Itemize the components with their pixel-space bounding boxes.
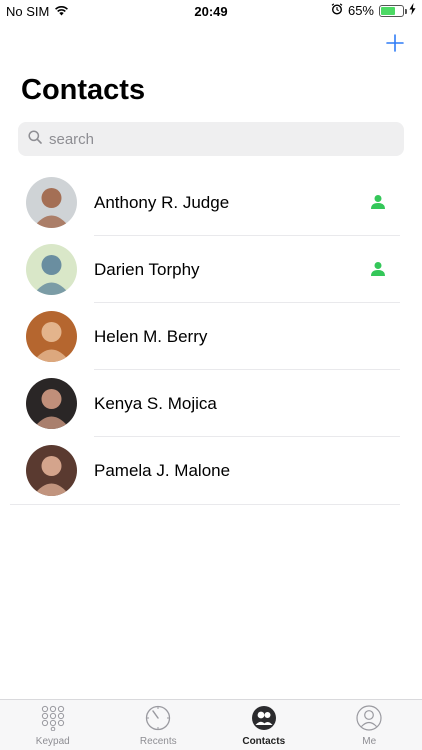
list-end-divider (10, 504, 400, 505)
search-input[interactable] (49, 130, 379, 148)
tab-label-contacts: Contacts (242, 736, 286, 747)
battery-icon (379, 4, 407, 17)
contact-name: Kenya S. Mojica (94, 394, 217, 413)
avatar (26, 445, 77, 496)
battery-percent: 65% (347, 3, 374, 18)
status-right: 65% (331, 3, 416, 18)
contacts-icon (251, 705, 277, 731)
search-icon (28, 129, 42, 149)
page-title: Contacts (21, 74, 146, 106)
keypad-icon (40, 705, 66, 732)
tab-bar: Keypad Recents Contacts Me (0, 699, 422, 750)
tab-label-keypad: Keypad (35, 736, 70, 747)
contact-person-icon (370, 261, 386, 277)
tab-me[interactable]: Me (317, 700, 422, 750)
avatar (26, 244, 77, 295)
avatar (26, 378, 77, 429)
tab-label-recents: Recents (139, 736, 177, 747)
alarm-icon (331, 3, 343, 18)
avatar (26, 311, 77, 362)
contact-row[interactable]: Anthony R. Judge (0, 169, 422, 236)
tab-contacts[interactable]: Contacts (211, 700, 317, 750)
battery-fill (381, 6, 395, 15)
contact-row[interactable]: Pamela J. Malone (0, 437, 422, 504)
search-bar[interactable] (18, 122, 404, 156)
person-icon (356, 705, 382, 731)
status-bar: No SIM 20:49 65% (0, 0, 422, 22)
plus-icon (386, 34, 404, 52)
charging-icon (409, 3, 416, 18)
add-contact-button[interactable] (384, 32, 406, 54)
contact-row[interactable]: Kenya S. Mojica (0, 370, 422, 437)
avatar (26, 177, 77, 228)
contact-name: Pamela J. Malone (94, 461, 231, 480)
tab-label-me: Me (362, 736, 377, 747)
contact-person-icon (370, 194, 386, 210)
battery-tip (405, 8, 407, 14)
contact-name: Darien Torphy (94, 260, 200, 279)
contact-row[interactable]: Helen M. Berry (0, 303, 422, 370)
contact-name: Anthony R. Judge (94, 193, 230, 212)
contact-list: Anthony R. Judge Darien Torphy Helen M. Be… (0, 169, 422, 505)
contact-name: Helen M. Berry (94, 327, 208, 346)
tab-recents[interactable]: Recents (106, 700, 212, 750)
clock-icon (145, 705, 171, 731)
contact-row[interactable]: Darien Torphy (0, 236, 422, 303)
tab-keypad[interactable]: Keypad (0, 700, 106, 750)
